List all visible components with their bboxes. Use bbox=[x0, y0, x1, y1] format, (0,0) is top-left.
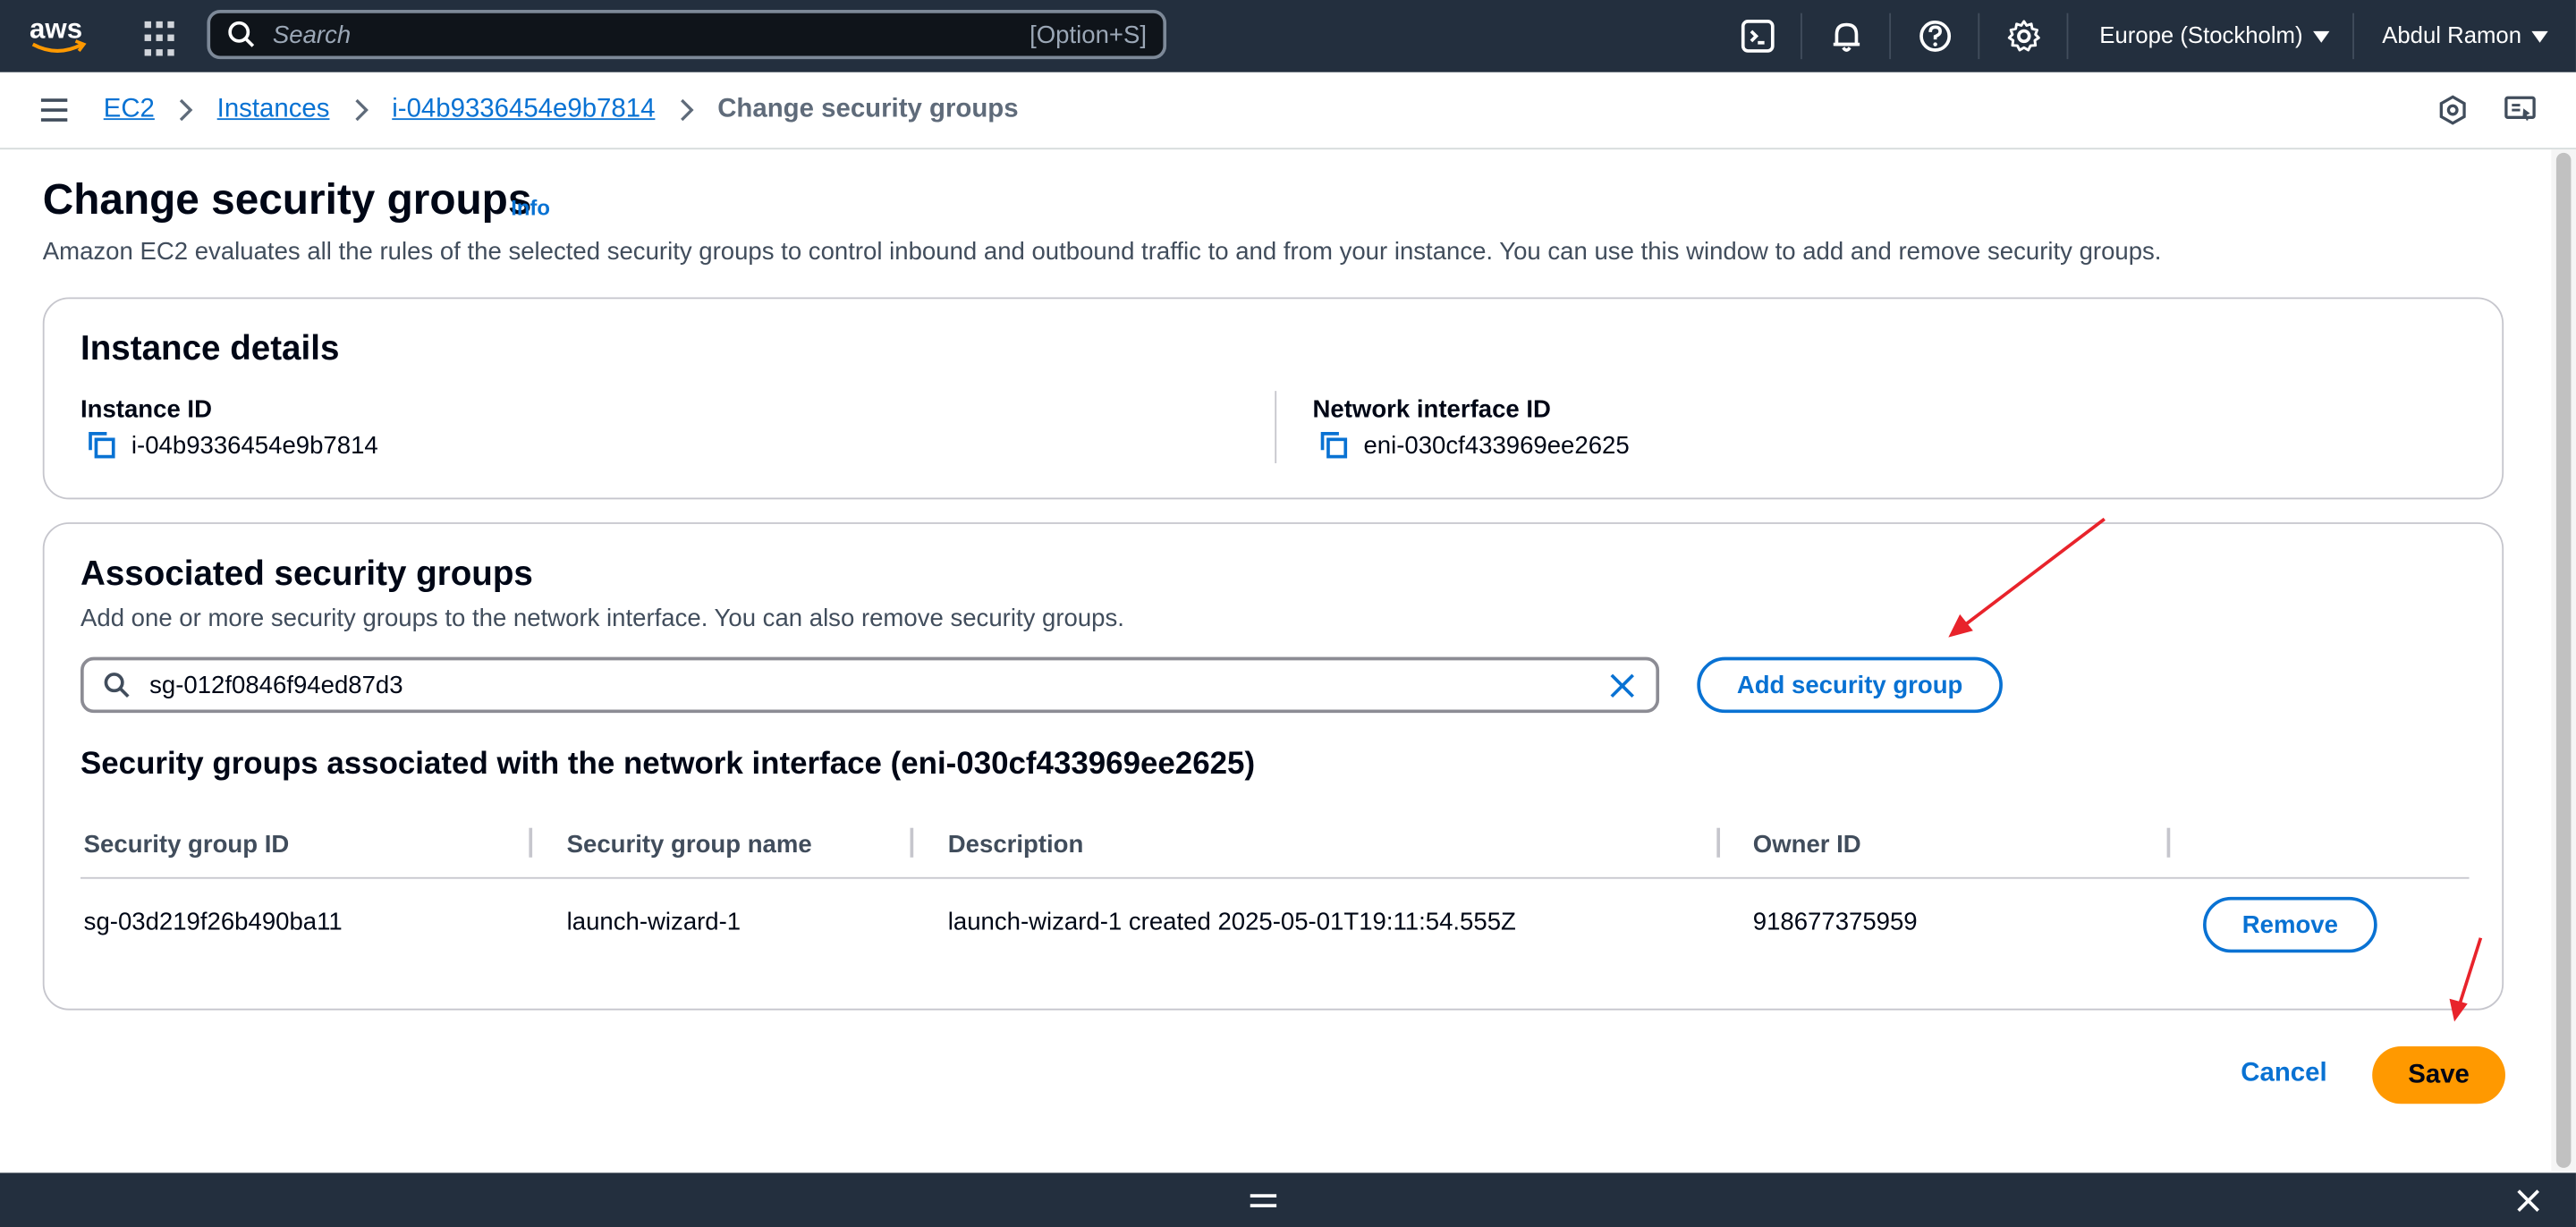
column-header-owner-id[interactable]: Owner ID bbox=[1753, 831, 1861, 859]
help-panel-icon[interactable] bbox=[2504, 94, 2537, 127]
caret-down-icon bbox=[2531, 30, 2548, 43]
cell-description: launch-wizard-1 created 2025-05-01T19:11… bbox=[947, 908, 1516, 936]
info-link[interactable]: Info bbox=[511, 196, 550, 221]
chevron-right-icon bbox=[680, 98, 694, 122]
notifications-bell-icon[interactable] bbox=[1828, 18, 1864, 54]
copy-icon[interactable] bbox=[1319, 430, 1349, 460]
column-resizer[interactable] bbox=[1716, 827, 1721, 858]
table-row: sg-03d219f26b490ba11 launch-wizard-1 lau… bbox=[80, 879, 2470, 975]
column-header-description[interactable]: Description bbox=[948, 831, 1084, 859]
page-title: Change security groups bbox=[42, 173, 532, 224]
top-navigation-bar: aws [Option+S] bbox=[0, 0, 2576, 72]
network-interface-id-value: eni-030cf433969ee2625 bbox=[1319, 430, 1630, 460]
bottom-panel-bar bbox=[0, 1172, 2576, 1227]
breadcrumb-instances[interactable]: Instances bbox=[217, 96, 330, 125]
search-shortcut-hint: [Option+S] bbox=[1030, 20, 1148, 49]
column-resizer[interactable] bbox=[910, 827, 914, 858]
network-interface-id-text: eni-030cf433969ee2625 bbox=[1363, 431, 1630, 460]
cancel-button[interactable]: Cancel bbox=[2241, 1060, 2326, 1089]
settings-gear-icon[interactable] bbox=[2006, 18, 2042, 54]
help-icon[interactable] bbox=[1917, 18, 1953, 54]
chevron-right-icon bbox=[180, 98, 193, 122]
security-group-search-input[interactable] bbox=[146, 669, 1566, 701]
services-grid-icon[interactable] bbox=[141, 18, 184, 61]
hamburger-menu-icon[interactable] bbox=[39, 97, 69, 123]
cell-security-group-name: launch-wizard-1 bbox=[566, 908, 741, 936]
user-name: Abdul Ramon bbox=[2382, 21, 2522, 48]
chevron-right-icon bbox=[354, 98, 369, 122]
drag-handle-icon[interactable] bbox=[1247, 1189, 1280, 1213]
breadcrumb: EC2 Instances i-04b9336454e9b7814 Change… bbox=[104, 96, 1019, 125]
search-input[interactable] bbox=[269, 19, 999, 51]
security-groups-table-title: Security groups associated with the netw… bbox=[80, 747, 1256, 783]
instance-details-panel: Instance details Instance ID i-04b933645… bbox=[42, 297, 2504, 500]
save-button[interactable]: Save bbox=[2372, 1045, 2505, 1104]
instance-id-value: i-04b9336454e9b7814 bbox=[87, 430, 378, 460]
remove-button[interactable]: Remove bbox=[2203, 896, 2377, 953]
instance-id-text: i-04b9336454e9b7814 bbox=[131, 431, 378, 460]
network-interface-id-label: Network interface ID bbox=[1312, 395, 1551, 424]
breadcrumb-instance-id[interactable]: i-04b9336454e9b7814 bbox=[392, 96, 655, 125]
instance-details-heading: Instance details bbox=[80, 330, 340, 368]
account-menu[interactable]: Abdul Ramon bbox=[2382, 21, 2548, 48]
svg-text:aws: aws bbox=[30, 13, 82, 45]
breadcrumb-ec2[interactable]: EC2 bbox=[104, 96, 155, 125]
cloudshell-icon[interactable] bbox=[1740, 18, 1775, 54]
associated-security-groups-heading: Associated security groups bbox=[80, 554, 533, 594]
hexagon-settings-icon[interactable] bbox=[2436, 94, 2470, 127]
close-icon[interactable] bbox=[2515, 1188, 2541, 1214]
aws-logo[interactable]: aws bbox=[28, 13, 90, 59]
breadcrumb-current: Change security groups bbox=[717, 95, 1019, 123]
region-label: Europe (Stockholm) bbox=[2099, 21, 2303, 48]
security-group-search[interactable] bbox=[80, 656, 1660, 714]
scrollbar-thumb[interactable] bbox=[2555, 152, 2572, 1168]
cell-owner-id: 918677375959 bbox=[1752, 908, 1918, 936]
security-groups-table-header: Security group ID Security group name De… bbox=[80, 823, 2470, 879]
global-search[interactable]: [Option+S] bbox=[207, 10, 1167, 60]
region-selector[interactable]: Europe (Stockholm) bbox=[2099, 21, 2329, 47]
clear-icon[interactable] bbox=[1608, 672, 1636, 699]
search-icon bbox=[228, 21, 255, 47]
column-resizer[interactable] bbox=[2166, 827, 2171, 858]
page-description: Amazon EC2 evaluates all the rules of th… bbox=[42, 238, 2162, 267]
column-header-security-group-name[interactable]: Security group name bbox=[567, 831, 812, 859]
associated-security-groups-panel: Associated security groups Add one or mo… bbox=[42, 522, 2504, 1011]
page-scrollbar[interactable] bbox=[2551, 149, 2576, 1172]
associated-description: Add one or more security groups to the n… bbox=[80, 604, 1124, 633]
add-security-group-button[interactable]: Add security group bbox=[1697, 656, 2003, 714]
breadcrumb-bar: EC2 Instances i-04b9336454e9b7814 Change… bbox=[0, 72, 2576, 150]
search-icon bbox=[104, 673, 130, 698]
instance-id-label: Instance ID bbox=[80, 395, 212, 424]
cell-security-group-id: sg-03d219f26b490ba11 bbox=[83, 908, 343, 936]
column-header-security-group-id[interactable]: Security group ID bbox=[84, 831, 290, 859]
column-resizer[interactable] bbox=[529, 827, 533, 858]
copy-icon[interactable] bbox=[87, 430, 116, 460]
column-divider bbox=[1275, 391, 1277, 463]
caret-down-icon bbox=[2312, 30, 2329, 43]
